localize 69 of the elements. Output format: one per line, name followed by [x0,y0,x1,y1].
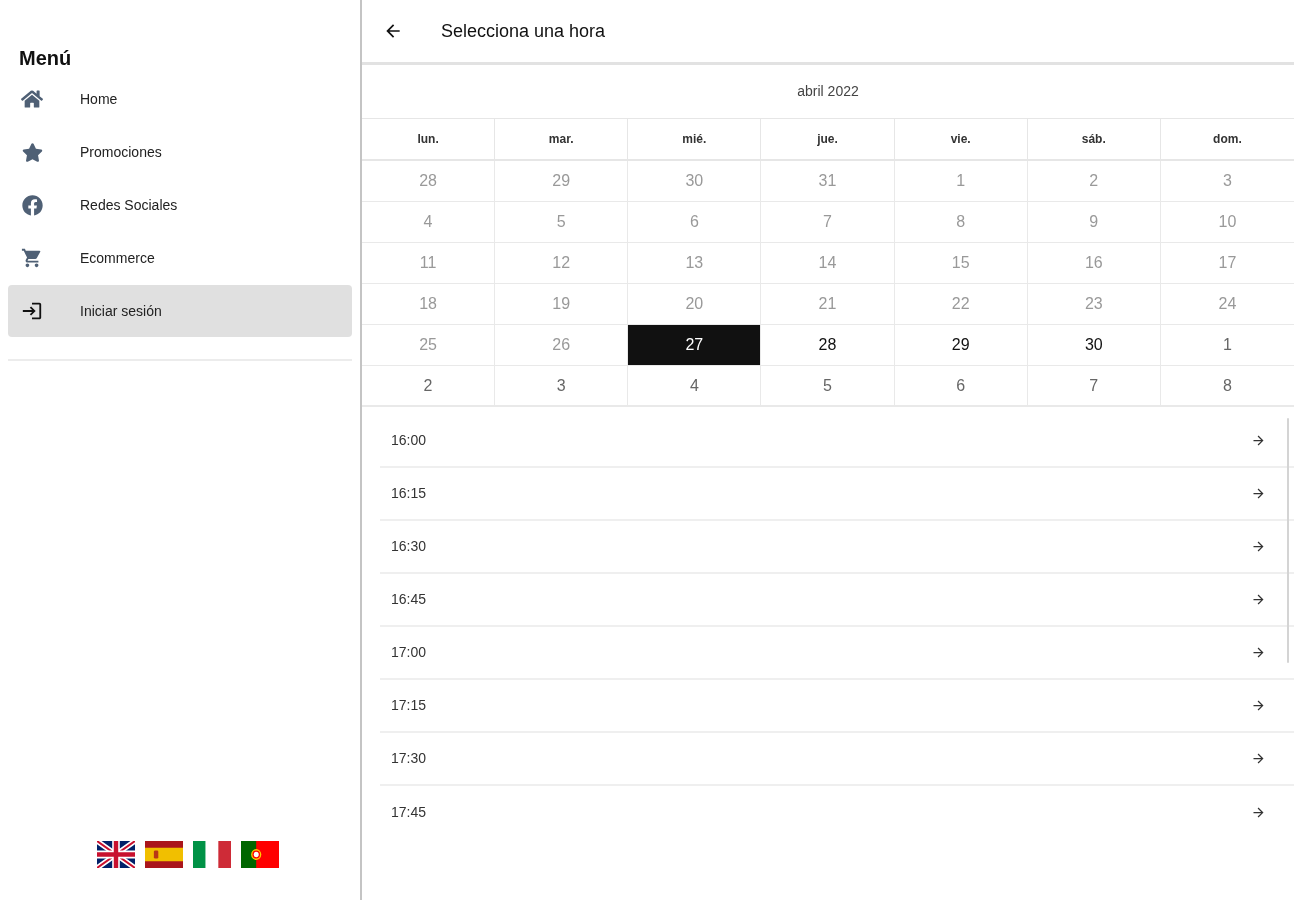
calendar-day[interactable]: 28 [362,161,496,202]
calendar-day[interactable]: 29 [495,161,629,202]
cart-icon [21,247,43,269]
arrow-right-icon [1251,751,1266,766]
arrow-right-icon [1251,433,1266,448]
scrollbar[interactable] [1287,418,1289,663]
calendar-day[interactable]: 9 [1027,202,1161,243]
calendar-day[interactable]: 6 [894,366,1028,407]
menu-item[interactable]: Redes Sociales [8,179,352,231]
time-slot[interactable]: 17:45 [380,786,1294,839]
calendar-day[interactable]: 1 [894,161,1028,202]
menu-item[interactable]: Home [8,73,352,125]
time-slot[interactable]: 16:30 [380,521,1294,574]
calendar-day[interactable]: 26 [495,325,629,366]
menu-item[interactable]: Promociones [8,126,352,178]
calendar-day[interactable]: 30 [628,161,762,202]
calendar-day[interactable]: 23 [1027,284,1161,325]
login-icon [21,300,43,322]
calendar-day[interactable]: 16 [1027,243,1161,284]
calendar-day[interactable]: 8 [894,202,1028,243]
menu-item[interactable]: Iniciar sesión [8,285,352,337]
menu-title: Menú [18,46,73,71]
calendar-day[interactable]: 29 [894,325,1028,366]
star-icon [21,141,43,163]
arrow-right-icon [1251,698,1266,713]
spain-flag-icon[interactable] [145,841,183,868]
calendar-day[interactable]: 13 [628,243,762,284]
arrow-right-icon [1251,486,1266,501]
calendar-day[interactable]: 5 [761,366,895,407]
calendar-day[interactable]: 22 [894,284,1028,325]
calendar-day[interactable]: 21 [761,284,895,325]
calendar-day[interactable]: 3 [495,366,629,407]
calendar-day[interactable]: 18 [362,284,496,325]
calendar-day[interactable]: 11 [362,243,496,284]
facebook-icon [21,194,43,216]
house-icon [21,88,43,110]
arrow-right-icon [1251,805,1266,820]
calendar-day[interactable]: 7 [761,202,895,243]
arrow-right-icon [1251,539,1266,554]
page-title: Selecciona una hora [441,19,606,43]
calendar-day[interactable]: 15 [894,243,1028,284]
arrow-right-icon [1251,645,1266,660]
italy-flag-icon[interactable] [193,841,231,868]
calendar-day[interactable]: 7 [1027,366,1161,407]
time-slot[interactable]: 17:30 [380,733,1294,786]
calendar-day[interactable]: 2 [362,366,496,407]
calendar-day[interactable]: 19 [495,284,629,325]
calendar-day[interactable]: 2 [1027,161,1161,202]
time-slot[interactable]: 16:15 [380,468,1294,521]
arrow-right-icon [1251,592,1266,607]
time-slot[interactable]: 16:45 [380,574,1294,627]
uk-flag-icon[interactable] [97,841,135,868]
calendar-day[interactable]: 14 [761,243,895,284]
calendar-day[interactable]: 31 [761,161,895,202]
time-slot[interactable]: 17:00 [380,627,1294,680]
menu-item[interactable]: Ecommerce [8,232,352,284]
time-slot[interactable]: 16:00 [380,415,1294,468]
calendar-day[interactable]: 4 [628,366,762,407]
calendar-day[interactable]: 20 [628,284,762,325]
portugal-flag-icon[interactable] [241,841,279,868]
calendar-day[interactable]: 5 [495,202,629,243]
calendar-day[interactable]: 25 [362,325,496,366]
calendar-day[interactable]: 30 [1027,325,1161,366]
calendar-day[interactable]: 4 [362,202,496,243]
calendar-day[interactable]: 6 [628,202,762,243]
month-label: abril 2022 [797,82,859,101]
time-slot[interactable]: 17:15 [380,680,1294,733]
calendar-day[interactable]: 12 [495,243,629,284]
calendar-day[interactable]: 28 [761,325,895,366]
